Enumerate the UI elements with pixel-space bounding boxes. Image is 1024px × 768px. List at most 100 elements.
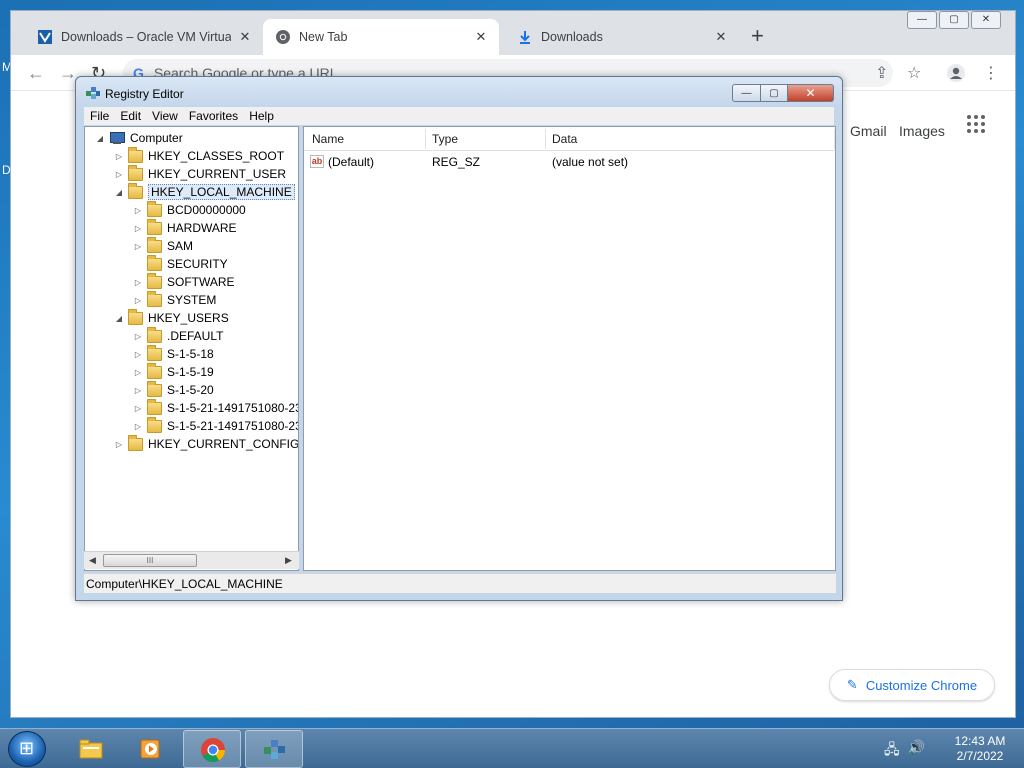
gmail-link[interactable]: Gmail bbox=[850, 123, 887, 139]
tree-expand-icon[interactable]: ▷ bbox=[133, 386, 143, 395]
tree-node-label[interactable]: Computer bbox=[130, 131, 183, 145]
close-button[interactable]: ✕ bbox=[788, 84, 834, 102]
tree-node-label[interactable]: SAM bbox=[167, 239, 193, 253]
tree-node-label[interactable]: HARDWARE bbox=[167, 221, 237, 235]
tree-expand-icon[interactable]: ▷ bbox=[133, 242, 143, 251]
tree-node[interactable]: ◢ HKEY_LOCAL_MACHINE bbox=[114, 182, 295, 201]
tree-node[interactable]: ◢ HKEY_USERS bbox=[114, 308, 229, 327]
minimize-button[interactable]: — bbox=[732, 84, 761, 102]
tree-node[interactable]: ◢ Computer bbox=[95, 129, 183, 147]
tree-expand-icon[interactable]: ▷ bbox=[133, 368, 143, 377]
tree-node-label[interactable]: SECURITY bbox=[167, 257, 228, 271]
tree-node[interactable]: ▷ S-1-5-18 bbox=[133, 344, 214, 363]
tree-node[interactable]: ▷ S-1-5-21-1491751080-236 bbox=[133, 398, 298, 417]
tree-node[interactable]: ▷ S-1-5-21-1491751080-236 bbox=[133, 416, 298, 435]
column-header-data[interactable]: Data bbox=[552, 132, 577, 146]
close-button[interactable]: ✕ bbox=[971, 11, 1001, 29]
images-link[interactable]: Images bbox=[899, 123, 945, 139]
tree-node-label[interactable]: HKEY_CLASSES_ROOT bbox=[148, 149, 284, 163]
column-separator[interactable] bbox=[834, 129, 835, 149]
tree-expand-icon[interactable]: ▷ bbox=[114, 440, 124, 449]
scroll-left-arrow-icon[interactable]: ◀ bbox=[89, 555, 96, 566]
tree-collapse-icon[interactable]: ◢ bbox=[95, 134, 105, 143]
google-apps-icon[interactable] bbox=[967, 115, 985, 133]
tree-node-label[interactable]: S-1-5-18 bbox=[167, 347, 214, 361]
tree-node[interactable]: ▷ SYSTEM bbox=[133, 290, 216, 309]
menu-favorites[interactable]: Favorites bbox=[189, 109, 238, 123]
scroll-right-arrow-icon[interactable]: ▶ bbox=[285, 555, 292, 566]
tree-node-label[interactable]: S-1-5-20 bbox=[167, 383, 214, 397]
tree-node[interactable]: ▷ HARDWARE bbox=[133, 218, 237, 237]
tree-node[interactable]: ▷ SOFTWARE bbox=[133, 272, 235, 291]
taskbar-media-player[interactable] bbox=[122, 730, 180, 768]
share-icon[interactable]: ⇪ bbox=[875, 63, 888, 83]
profile-avatar-icon[interactable] bbox=[946, 63, 966, 88]
registry-values-list[interactable]: Name Type Data ab (Default) REG_SZ (valu… bbox=[303, 126, 836, 571]
tree-node-label[interactable]: HKEY_LOCAL_MACHINE bbox=[148, 184, 295, 200]
tree-horizontal-scrollbar[interactable]: ◀ III ▶ bbox=[84, 551, 299, 569]
tree-node[interactable]: ▷ S-1-5-20 bbox=[133, 380, 214, 399]
tree-node-label[interactable]: HKEY_CURRENT_USER bbox=[148, 167, 286, 181]
tree-node-label[interactable]: S-1-5-19 bbox=[167, 365, 214, 379]
tree-expand-icon[interactable]: ▷ bbox=[114, 152, 124, 161]
tree-node[interactable]: ▷ S-1-5-19 bbox=[133, 362, 214, 381]
tab-new-tab[interactable]: New Tab ✕ bbox=[263, 19, 499, 55]
tree-expand-icon[interactable]: ▷ bbox=[114, 170, 124, 179]
menu-help[interactable]: Help bbox=[249, 109, 274, 123]
tree-collapse-icon[interactable]: ◢ bbox=[114, 188, 124, 197]
tree-node-label[interactable]: HKEY_CURRENT_CONFIG bbox=[148, 437, 298, 451]
network-icon[interactable]: 🖧 bbox=[884, 739, 900, 763]
menu-file[interactable]: File bbox=[90, 109, 109, 123]
tree-node[interactable]: ▷ HKEY_CLASSES_ROOT bbox=[114, 146, 284, 165]
volume-icon[interactable]: 🔊 bbox=[908, 739, 925, 763]
tree-node-label[interactable]: SOFTWARE bbox=[167, 275, 235, 289]
maximize-button[interactable]: ▢ bbox=[939, 11, 969, 29]
customize-chrome-button[interactable]: ✎ Customize Chrome bbox=[829, 669, 995, 701]
tab-virtualbox-downloads[interactable]: Downloads – Oracle VM VirtualB ✕ bbox=[25, 19, 263, 55]
scroll-thumb[interactable]: III bbox=[103, 554, 197, 567]
tab-close-icon[interactable]: ✕ bbox=[473, 29, 489, 45]
tree-node-label[interactable]: BCD00000000 bbox=[167, 203, 246, 217]
tree-expand-icon[interactable]: ▷ bbox=[133, 422, 143, 431]
tree-expand-icon[interactable]: ▷ bbox=[133, 296, 143, 305]
value-row[interactable]: ab (Default) REG_SZ (value not set) bbox=[304, 153, 835, 171]
tree-collapse-icon[interactable]: ◢ bbox=[114, 314, 124, 323]
tree-node-label[interactable]: SYSTEM bbox=[167, 293, 216, 307]
chrome-menu-icon[interactable]: ⋮ bbox=[983, 63, 999, 83]
tree-node-label[interactable]: S-1-5-21-1491751080-236 bbox=[167, 419, 298, 433]
tab-close-icon[interactable]: ✕ bbox=[713, 29, 729, 45]
back-button[interactable]: ← bbox=[27, 63, 45, 83]
tree-expand-icon[interactable]: ▷ bbox=[133, 224, 143, 233]
taskbar-explorer[interactable] bbox=[62, 730, 120, 768]
tree-expand-icon[interactable]: ▷ bbox=[133, 332, 143, 341]
tree-node-label[interactable]: S-1-5-21-1491751080-236 bbox=[167, 401, 298, 415]
tab-downloads[interactable]: Downloads ✕ bbox=[505, 19, 739, 55]
tree-node[interactable]: ▷ BCD00000000 bbox=[133, 200, 246, 219]
taskbar-regedit[interactable] bbox=[245, 730, 303, 768]
menu-view[interactable]: View bbox=[152, 109, 178, 123]
start-button[interactable] bbox=[8, 731, 46, 767]
tree-expand-icon[interactable]: ▷ bbox=[133, 404, 143, 413]
column-separator[interactable] bbox=[425, 129, 426, 149]
registry-key-tree[interactable]: ◢ Computer ▷ HKEY_CLASSES_ROOT ▷ HKEY_CURRENT… bbox=[84, 126, 299, 571]
column-header-name[interactable]: Name bbox=[312, 132, 344, 146]
tree-node-label[interactable]: HKEY_USERS bbox=[148, 311, 229, 325]
column-separator[interactable] bbox=[545, 129, 546, 149]
tree-expand-icon[interactable]: ▷ bbox=[133, 350, 143, 359]
maximize-button[interactable]: ▢ bbox=[761, 84, 788, 102]
tree-node[interactable]: ▷ .DEFAULT bbox=[133, 326, 223, 345]
tree-node-label[interactable]: .DEFAULT bbox=[167, 329, 223, 343]
tree-node[interactable]: ▷ HKEY_CURRENT_CONFIG bbox=[114, 434, 298, 453]
tab-close-icon[interactable]: ✕ bbox=[237, 29, 253, 45]
bookmark-star-icon[interactable]: ☆ bbox=[907, 63, 921, 83]
tree-node[interactable]: SECURITY bbox=[133, 254, 228, 273]
tree-node[interactable]: ▷ SAM bbox=[133, 236, 193, 255]
new-tab-button[interactable]: + bbox=[751, 25, 764, 47]
tree-expand-icon[interactable]: ▷ bbox=[133, 206, 143, 215]
taskbar-clock[interactable]: 12:43 AM 2/7/2022 bbox=[940, 734, 1020, 764]
registry-editor-titlebar[interactable]: Registry Editor — ▢ ✕ bbox=[76, 77, 842, 107]
tree-expand-icon[interactable]: ▷ bbox=[133, 278, 143, 287]
column-header-type[interactable]: Type bbox=[432, 132, 458, 146]
tree-node[interactable]: ▷ HKEY_CURRENT_USER bbox=[114, 164, 286, 183]
minimize-button[interactable]: — bbox=[907, 11, 937, 29]
